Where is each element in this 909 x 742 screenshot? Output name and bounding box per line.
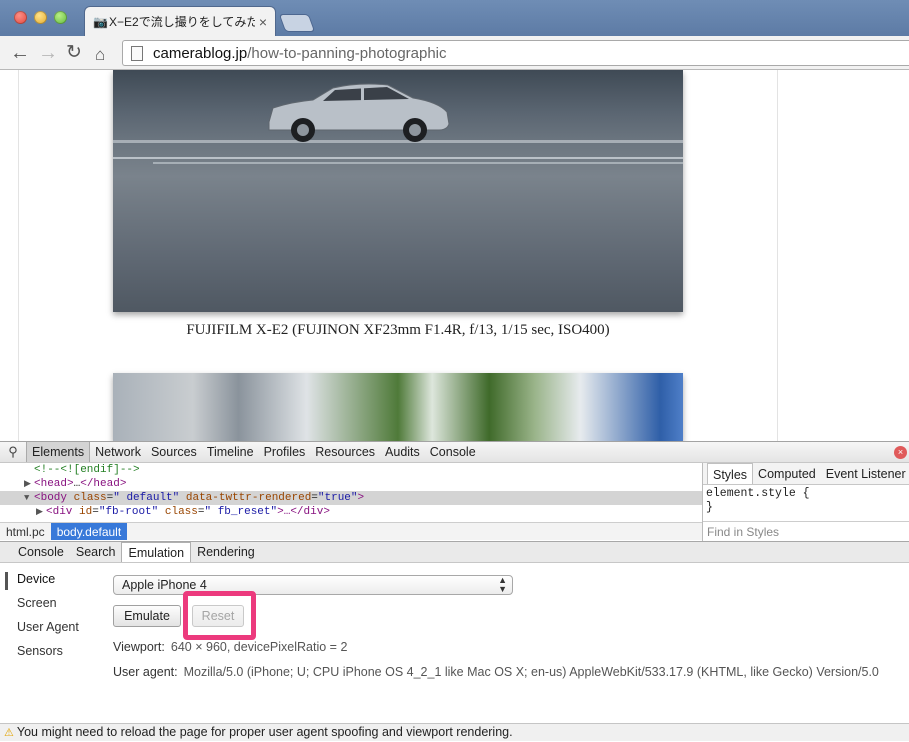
crumb-html[interactable]: html.pc xyxy=(0,523,51,540)
drawer-tab-search[interactable]: Search xyxy=(70,542,122,562)
find-in-styles-input[interactable]: Find in Styles xyxy=(703,521,909,541)
panning-car-photo[interactable] xyxy=(113,70,683,312)
dom-node-head[interactable]: ▶ <head>…</head> xyxy=(0,477,702,491)
minimize-window-button[interactable] xyxy=(34,11,47,24)
user-agent-info: User agent: Mozilla/5.0 (iPhone; U; CPU i… xyxy=(113,665,879,679)
forward-arrow-icon[interactable]: → xyxy=(38,41,58,65)
breadcrumb: html.pc body.default xyxy=(0,522,702,540)
element-style-rule[interactable]: element.style { } xyxy=(703,485,909,517)
device-select-value: Apple iPhone 4 xyxy=(122,578,207,592)
dom-tree: <!--<![endif]--> ▶ <head>…</head> ▼ <body … xyxy=(0,463,702,521)
close-devtools-icon[interactable]: × xyxy=(894,446,907,459)
tab-profiles[interactable]: Profiles xyxy=(259,442,311,462)
emulate-button[interactable]: Emulate xyxy=(113,605,181,627)
dom-node-body[interactable]: ▼ <body class=" default" data-twttr-rende… xyxy=(0,491,702,505)
sidebar-item-sensors[interactable]: Sensors xyxy=(17,644,63,658)
inspect-search-icon[interactable]: ⚲ xyxy=(0,444,26,460)
url-path: /how-to-panning-photographic xyxy=(247,44,447,62)
drawer-tab-rendering[interactable]: Rendering xyxy=(191,542,261,562)
devtools-tabbar: ⚲ Elements Network Sources Timeline Prof… xyxy=(0,441,909,463)
dom-node-comment[interactable]: <!--<![endif]--> xyxy=(0,463,702,477)
reset-highlight-box xyxy=(183,591,256,640)
rule-open: element.style { xyxy=(706,487,810,500)
tab-timeline[interactable]: Timeline xyxy=(202,442,259,462)
zoom-window-button[interactable] xyxy=(54,11,67,24)
tab-network[interactable]: Network xyxy=(90,442,146,462)
drawer-tabs: Console Search Emulation Rendering xyxy=(0,541,909,563)
crumb-body[interactable]: body.default xyxy=(50,523,128,540)
sidebar-item-screen[interactable]: Screen xyxy=(17,596,57,610)
back-arrow-icon[interactable]: ← xyxy=(10,41,30,65)
page-border-right xyxy=(777,70,778,441)
viewport-info: Viewport: 640 × 960, devicePixelRatio = 2 xyxy=(113,640,347,654)
rule-close: } xyxy=(706,501,713,514)
page-viewport: FUJIFILM X-E2 (FUJINON XF23mm F1.4R, f/1… xyxy=(0,70,909,441)
dom-comment-text: <!--<![endif]--> xyxy=(34,464,140,476)
tab-audits[interactable]: Audits xyxy=(380,442,425,462)
window-titlebar: 📷 X−E2で流し撮りをしてみた × xyxy=(0,0,909,36)
sidebar-item-device[interactable]: Device xyxy=(17,572,55,586)
drawer-tab-emulation[interactable]: Emulation xyxy=(121,542,192,562)
viewport-label: Viewport: xyxy=(113,640,165,654)
tab-title: X−E2で流し撮りをしてみた xyxy=(109,15,255,29)
panning-photo-2[interactable] xyxy=(113,373,683,441)
camera-icon: 📷 xyxy=(93,14,108,29)
address-bar[interactable]: camerablog.jp /how-to-panning-photograph… xyxy=(122,40,909,66)
tab-styles[interactable]: Styles xyxy=(707,463,754,484)
viewport-value: 640 × 960, devicePixelRatio = 2 xyxy=(170,640,348,654)
reload-icon[interactable]: ↻ xyxy=(66,41,82,65)
home-icon[interactable]: ⌂ xyxy=(95,43,105,67)
browser-toolbar: ← → ↻ ⌂ camerablog.jp /how-to-panning-ph… xyxy=(0,36,909,70)
tab-resources[interactable]: Resources xyxy=(310,442,380,462)
warning-icon: ⚠ xyxy=(4,727,14,739)
dom-node-fb-root[interactable]: ▶ <div id="fb-root" class=" fb_reset">…</… xyxy=(0,505,702,519)
close-window-button[interactable] xyxy=(14,11,27,24)
user-agent-label: User agent: xyxy=(113,665,178,679)
car-image xyxy=(268,83,450,142)
new-tab-button[interactable] xyxy=(278,14,316,32)
browser-tab[interactable]: 📷 X−E2で流し撮りをしてみた × xyxy=(84,6,276,36)
styles-pane: Styles Computed Event Listener element.s… xyxy=(702,463,909,541)
page-icon xyxy=(131,45,143,61)
styles-tabs: Styles Computed Event Listener xyxy=(703,463,909,485)
select-arrows-icon: ▲ ▼ xyxy=(498,575,507,594)
emulation-sidebar: Device Screen User Agent Sensors xyxy=(0,563,100,723)
tab-event-listeners[interactable]: Event Listener xyxy=(821,463,909,484)
expand-triangle-icon[interactable]: ▶ xyxy=(36,505,46,519)
photo-caption: FUJIFILM X-E2 (FUJINON XF23mm F1.4R, f/1… xyxy=(186,322,610,338)
close-tab-icon[interactable]: × xyxy=(259,14,267,30)
tab-sources[interactable]: Sources xyxy=(146,442,202,462)
page-border-left xyxy=(18,70,19,441)
selected-marker xyxy=(5,572,8,590)
status-bar: ⚠ You might need to reload the page for p… xyxy=(0,723,909,741)
status-message: You might need to reload the page for pr… xyxy=(16,725,513,739)
collapse-triangle-icon[interactable]: ▼ xyxy=(24,491,34,505)
drawer-tab-console[interactable]: Console xyxy=(12,542,70,562)
user-agent-value: Mozilla/5.0 (iPhone; U; CPU iPhone OS 4_… xyxy=(183,665,879,679)
url-host: camerablog.jp xyxy=(153,44,248,62)
expand-triangle-icon[interactable]: ▶ xyxy=(24,477,34,491)
tab-elements[interactable]: Elements xyxy=(26,442,91,462)
sidebar-item-user-agent[interactable]: User Agent xyxy=(17,620,79,634)
device-select[interactable]: Apple iPhone 4 ▲ ▼ xyxy=(113,575,513,595)
tab-computed[interactable]: Computed xyxy=(753,463,821,484)
tab-console[interactable]: Console xyxy=(425,442,481,462)
emulation-panel: Device Screen User Agent Sensors Apple i… xyxy=(0,563,909,723)
